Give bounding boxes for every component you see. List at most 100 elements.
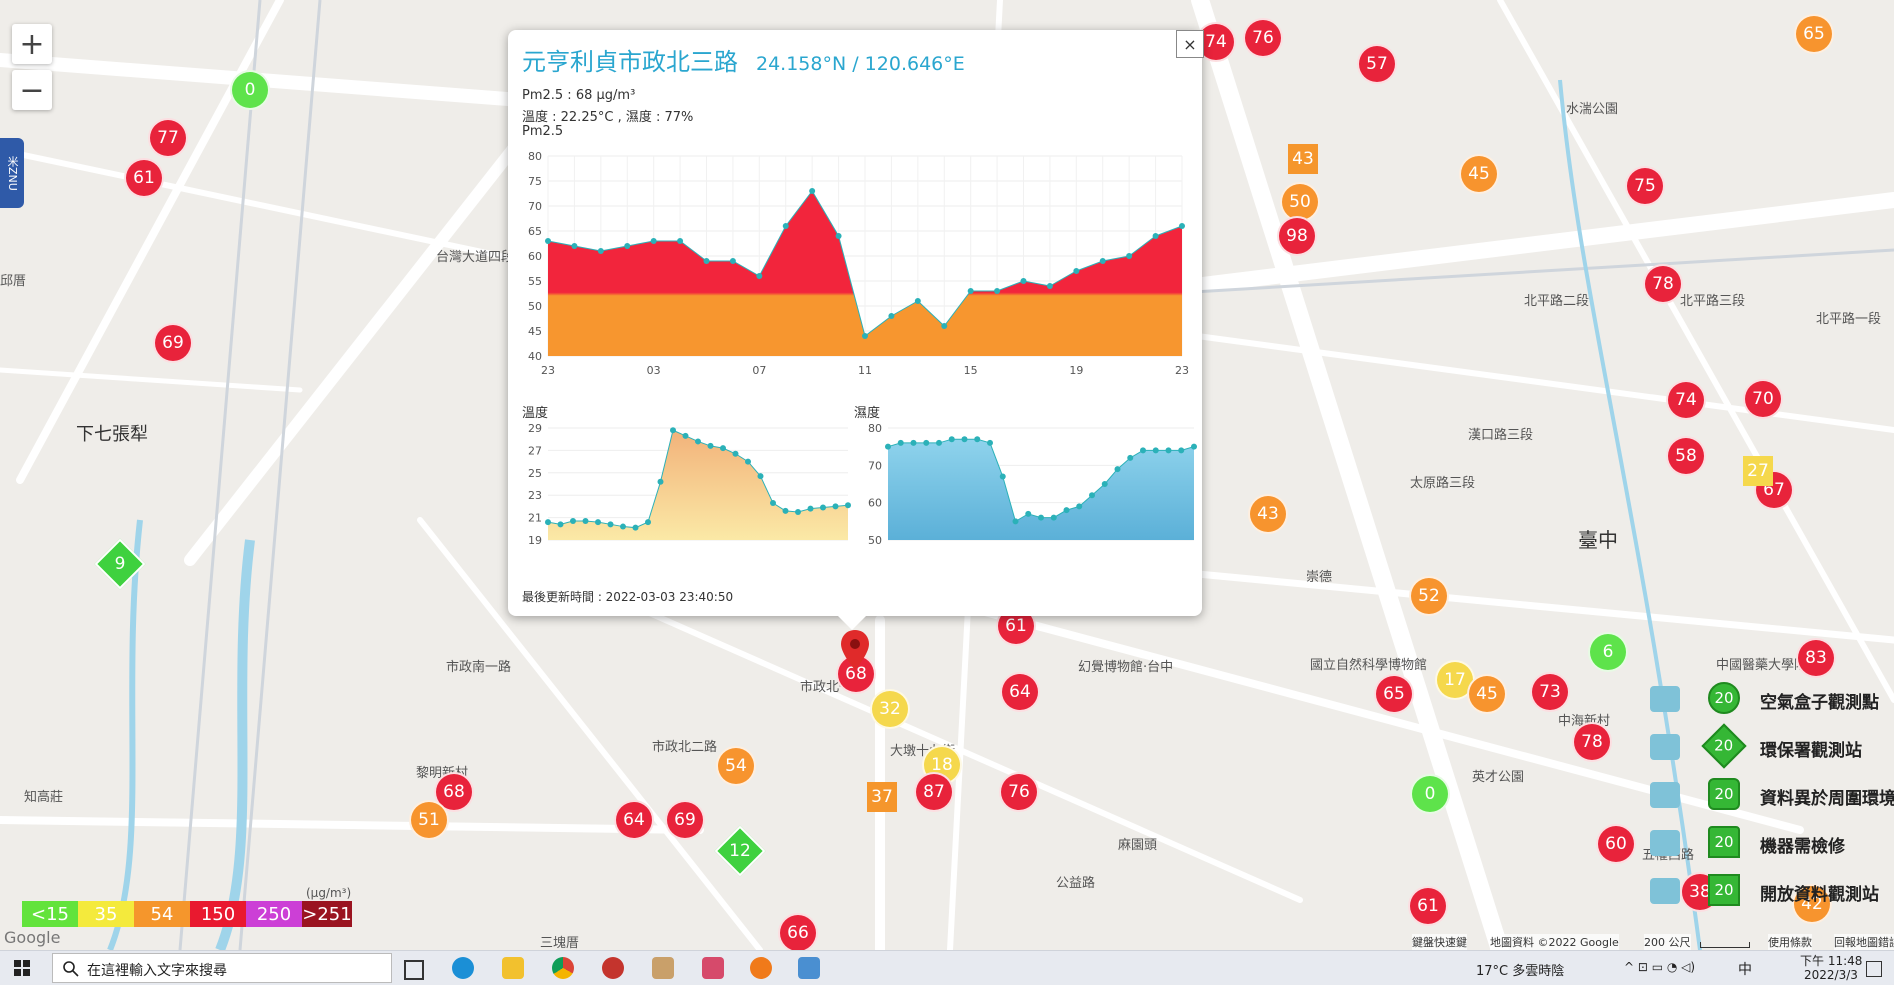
station-marker[interactable]: 45 bbox=[1459, 154, 1499, 194]
y-tick-label: 45 bbox=[528, 325, 542, 338]
station-marker[interactable]: 75 bbox=[1625, 166, 1665, 206]
legend-badge-value: 20 bbox=[1714, 737, 1734, 755]
station-marker[interactable]: 69 bbox=[153, 323, 193, 363]
station-marker[interactable]: 61 bbox=[124, 158, 164, 198]
station-marker[interactable]: 43 bbox=[1248, 494, 1288, 534]
anomaly-icon bbox=[1650, 782, 1680, 808]
app-icon[interactable] bbox=[602, 957, 624, 979]
data-point bbox=[624, 243, 631, 249]
station-marker[interactable]: 70 bbox=[1743, 379, 1783, 419]
weather-widget[interactable]: 17°C 多雲時陰 bbox=[1476, 960, 1564, 979]
station-marker[interactable]: 73 bbox=[1530, 672, 1570, 712]
data-point bbox=[795, 509, 801, 515]
station-marker[interactable]: 61 bbox=[1408, 886, 1448, 926]
zoom-in-button[interactable]: + bbox=[12, 24, 52, 64]
legend-row[interactable]: 20 空氣盒子觀測點 bbox=[1650, 680, 1894, 720]
station-marker[interactable]: 32 bbox=[870, 689, 910, 729]
data-point bbox=[1191, 443, 1197, 450]
blender-icon[interactable] bbox=[750, 957, 772, 979]
station-marker[interactable]: 98 bbox=[1277, 216, 1317, 256]
station-marker[interactable]: 78 bbox=[1572, 722, 1612, 762]
app-icon[interactable] bbox=[702, 957, 724, 979]
windows-taskbar: 在這裡輸入文字來搜尋 17°C 多雲時陰 ^ ⊡ ▭ ◔ ◁) 中 下午 11:… bbox=[0, 950, 1894, 985]
station-marker[interactable]: 76 bbox=[999, 772, 1039, 812]
data-point bbox=[820, 504, 826, 511]
taskbar-search-input[interactable]: 在這裡輸入文字來搜尋 bbox=[52, 953, 392, 983]
station-marker[interactable]: 65 bbox=[1794, 14, 1834, 54]
map-canvas[interactable]: 下七張犁 臺中 黎明新村 知高莊 三塊厝 麻園頭 中海新村 水湍公園 台灣大道四… bbox=[0, 0, 1894, 950]
station-name: 元亨利貞市政北三路 bbox=[522, 48, 738, 76]
station-marker[interactable]: 78 bbox=[1643, 264, 1683, 304]
legend-row[interactable]: 20 機器需檢修 bbox=[1650, 824, 1894, 864]
station-marker[interactable]: 51 bbox=[409, 800, 449, 840]
station-marker[interactable]: 6 bbox=[1588, 632, 1628, 672]
last-updated: 最後更新時間 : 2022-03-03 23:40:50 bbox=[522, 590, 734, 604]
station-marker[interactable]: 0 bbox=[1410, 774, 1450, 814]
system-tray-icons[interactable]: ^ ⊡ ▭ ◔ ◁) bbox=[1624, 960, 1695, 974]
ime-indicator[interactable]: 中 bbox=[1738, 959, 1752, 979]
windows-start-icon[interactable] bbox=[14, 960, 30, 976]
data-point bbox=[974, 436, 981, 443]
data-point bbox=[720, 445, 726, 452]
station-marker[interactable]: 77 bbox=[148, 118, 188, 158]
clock-time[interactable]: 下午 11:48 bbox=[1800, 952, 1862, 969]
data-point bbox=[545, 519, 551, 526]
x-tick-label: 19 bbox=[1069, 364, 1083, 377]
data-point bbox=[1025, 510, 1032, 517]
chrome-browser-icon[interactable] bbox=[552, 957, 574, 979]
legend-badge: 20 bbox=[1708, 874, 1740, 906]
data-point bbox=[1038, 514, 1044, 521]
close-button[interactable]: × bbox=[1176, 30, 1204, 58]
task-view-icon[interactable] bbox=[404, 960, 424, 980]
notification-icon[interactable] bbox=[1866, 961, 1882, 977]
data-point bbox=[707, 442, 714, 449]
side-tab[interactable]: 米ZNU bbox=[0, 138, 24, 208]
station-marker[interactable]: 66 bbox=[778, 913, 818, 950]
station-marker[interactable]: 83 bbox=[1796, 638, 1836, 678]
clock-date[interactable]: 2022/3/3 bbox=[1804, 968, 1858, 982]
data-point bbox=[1076, 503, 1083, 510]
station-marker[interactable]: 54 bbox=[716, 746, 756, 786]
app-icon[interactable] bbox=[798, 957, 820, 979]
map-label: 英才公園 bbox=[1472, 770, 1525, 785]
station-marker[interactable]: 58 bbox=[1666, 436, 1706, 476]
zoom-out-button[interactable]: − bbox=[12, 70, 52, 110]
app-icon[interactable] bbox=[652, 957, 674, 979]
station-marker[interactable]: 0 bbox=[230, 70, 270, 110]
station-marker[interactable]: 76 bbox=[1243, 18, 1283, 58]
square-marker[interactable]: 37 bbox=[867, 782, 897, 812]
legend-row[interactable]: 20 環保署觀測站 bbox=[1650, 723, 1894, 769]
keyboard-shortcuts-link[interactable]: 鍵盤快速鍵 bbox=[1412, 934, 1467, 950]
legend-badge: 20 bbox=[1708, 682, 1740, 714]
map-data-attribution: 地圖資料 ©2022 Google bbox=[1490, 934, 1619, 950]
data-point bbox=[782, 223, 789, 229]
station-marker[interactable]: 64 bbox=[1000, 672, 1040, 712]
report-error-link[interactable]: 回報地圖錯誤 bbox=[1834, 934, 1894, 950]
location-pin-icon[interactable] bbox=[840, 630, 870, 670]
terms-link[interactable]: 使用條款 bbox=[1768, 934, 1812, 950]
station-marker[interactable]: 69 bbox=[665, 800, 705, 840]
data-point bbox=[545, 238, 551, 244]
legend-row[interactable]: 20 資料異於周圍環境 bbox=[1650, 776, 1894, 816]
diamond-marker-value: 12 bbox=[729, 841, 751, 861]
legend-row[interactable]: 20 開放資料觀測站 bbox=[1650, 872, 1894, 912]
y-tick-label: 50 bbox=[528, 300, 542, 313]
station-marker[interactable]: 74 bbox=[1666, 380, 1706, 420]
data-point bbox=[570, 517, 576, 524]
data-point bbox=[1165, 447, 1172, 454]
data-point bbox=[1050, 514, 1057, 521]
edge-browser-icon[interactable] bbox=[452, 957, 474, 979]
station-marker[interactable]: 45 bbox=[1467, 674, 1507, 714]
y-tick-label: 21 bbox=[528, 512, 542, 525]
square-marker[interactable]: 43 bbox=[1288, 144, 1318, 174]
station-marker[interactable]: 65 bbox=[1374, 674, 1414, 714]
station-marker[interactable]: 87 bbox=[914, 772, 954, 812]
station-marker[interactable]: 60 bbox=[1596, 824, 1636, 864]
file-explorer-icon[interactable] bbox=[502, 957, 524, 979]
data-point bbox=[1152, 447, 1159, 454]
station-marker[interactable]: 64 bbox=[614, 800, 654, 840]
legend-badge: 20 bbox=[1708, 778, 1740, 810]
station-marker[interactable]: 57 bbox=[1357, 44, 1397, 84]
square-marker[interactable]: 27 bbox=[1743, 456, 1773, 486]
station-marker[interactable]: 52 bbox=[1409, 576, 1449, 616]
